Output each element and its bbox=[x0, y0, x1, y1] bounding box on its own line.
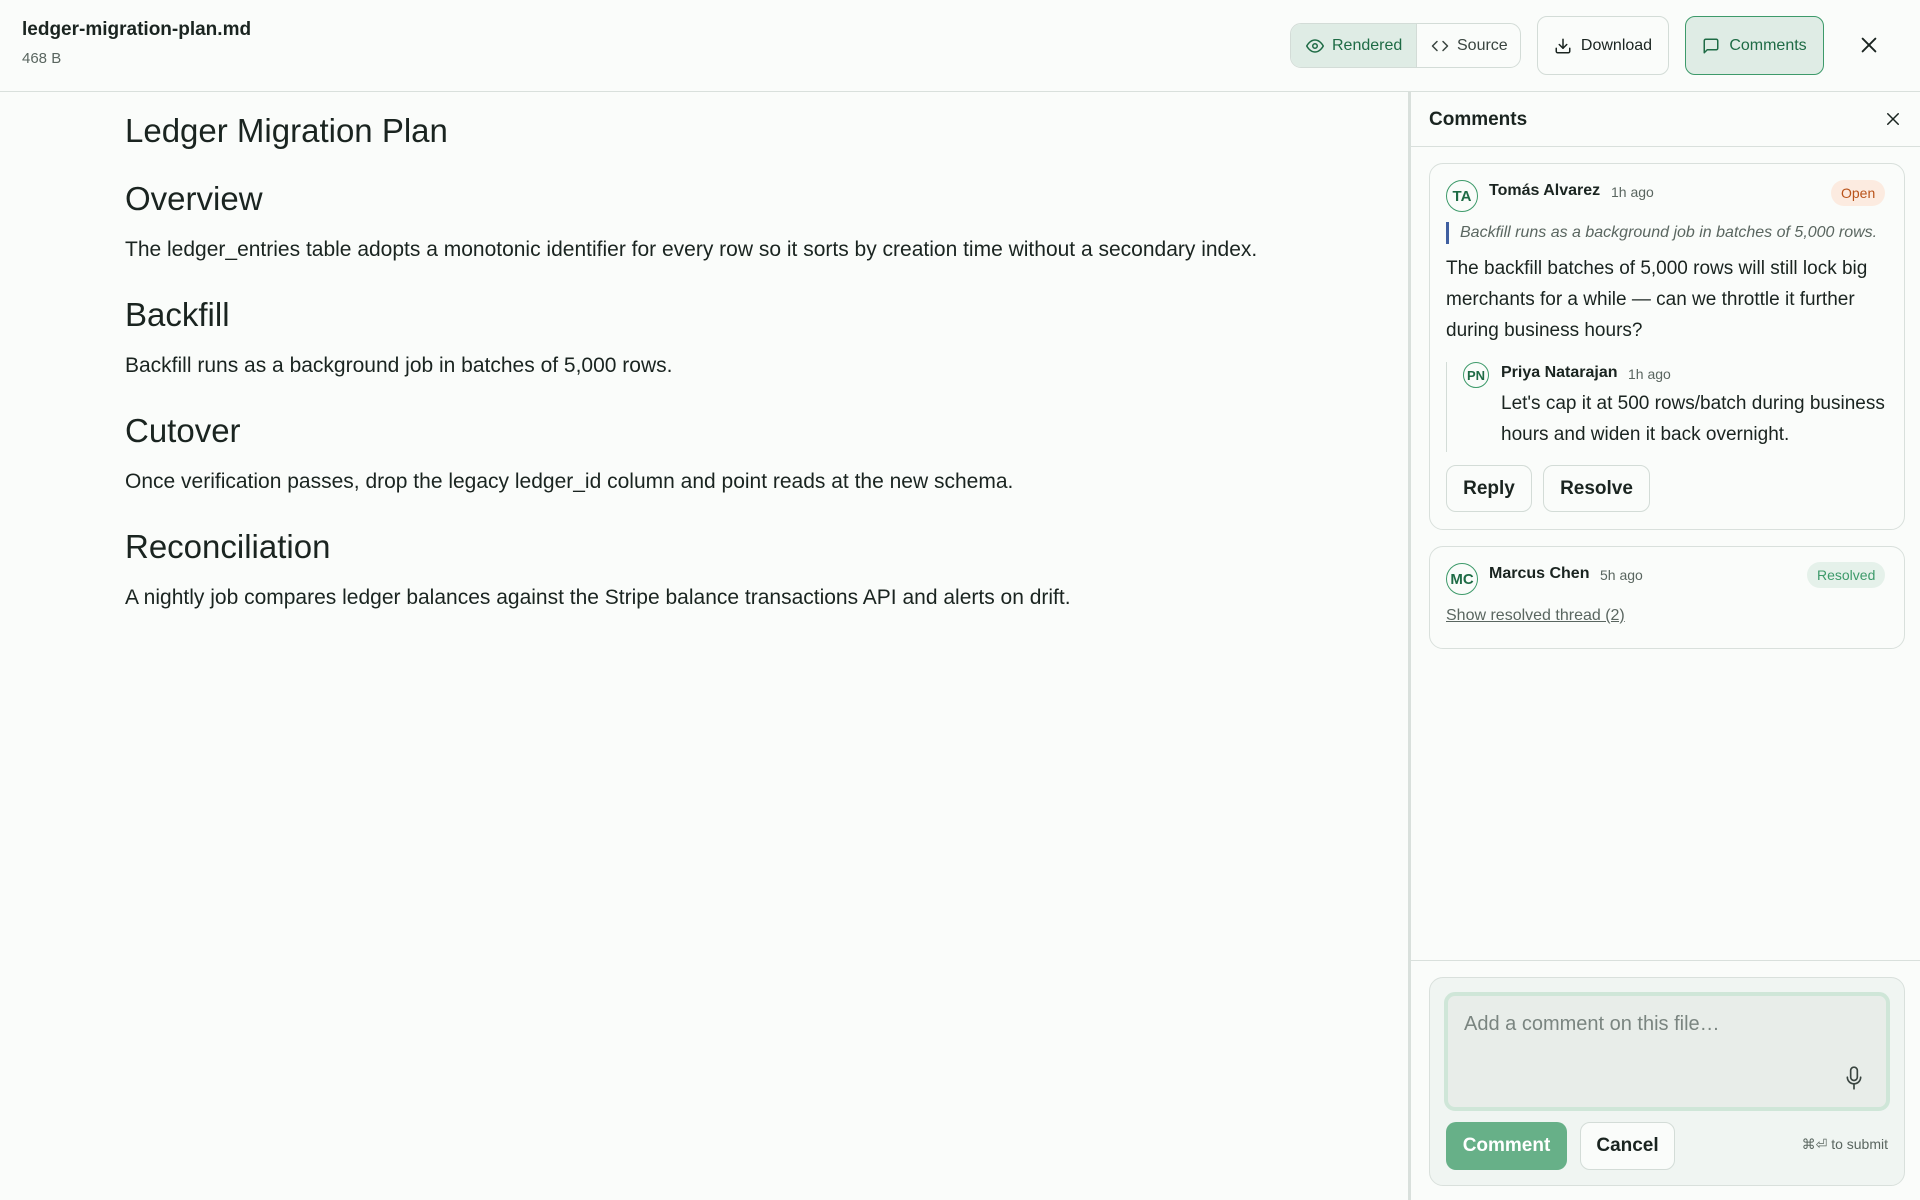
reply-button[interactable]: Reply bbox=[1446, 465, 1532, 512]
comments-panel-title: Comments bbox=[1429, 109, 1528, 130]
view-toggle: Rendered Source bbox=[1290, 23, 1521, 68]
file-name: ledger-migration-plan.md bbox=[22, 19, 252, 40]
resolve-button[interactable]: Resolve bbox=[1543, 465, 1650, 512]
rendered-view-label: Rendered bbox=[1332, 36, 1403, 54]
comments-toggle-button[interactable]: Comments bbox=[1685, 16, 1824, 75]
document-title: Ledger Migration Plan bbox=[125, 112, 448, 149]
comment-reply: PN Priya Natarajan 1h ago Let's cap it a… bbox=[1446, 362, 1891, 452]
close-icon bbox=[1887, 113, 1899, 125]
comment-icon bbox=[1703, 38, 1719, 53]
close-icon bbox=[1861, 37, 1877, 53]
section-text-cutover: Once verification passes, drop the legac… bbox=[125, 470, 1014, 493]
microphone-button[interactable] bbox=[1842, 1063, 1866, 1093]
comment-thread: TA Tomás Alvarez 1h ago Open Backfill ru… bbox=[1429, 163, 1905, 530]
comment-body: The backfill batches of 5,000 rows will … bbox=[1446, 258, 1868, 341]
rendered-document: Ledger Migration Plan Overview The ledge… bbox=[0, 92, 1408, 1200]
section-heading-reconciliation: Reconciliation bbox=[125, 528, 331, 565]
show-resolved-thread-link[interactable]: Show resolved thread (2) bbox=[1446, 607, 1625, 625]
download-label: Download bbox=[1580, 36, 1653, 54]
section-text-backfill: Backfill runs as a background job in bat… bbox=[125, 354, 673, 377]
rendered-view-button[interactable]: Rendered bbox=[1291, 24, 1417, 67]
comment-time: 5h ago bbox=[1600, 567, 1643, 583]
section-text-reconciliation: A nightly job compares ledger balances a… bbox=[125, 586, 1071, 609]
section-text-overview: The ledger_entries table adopts a monoto… bbox=[125, 238, 1258, 261]
status-badge: Open bbox=[1831, 180, 1886, 206]
avatar: TA bbox=[1446, 180, 1478, 212]
file-header: ledger-migration-plan.md 468 B Rendered … bbox=[0, 0, 1920, 92]
download-button[interactable]: Download bbox=[1537, 16, 1669, 75]
comments-toggle-label: Comments bbox=[1729, 36, 1807, 54]
avatar: PN bbox=[1463, 362, 1489, 388]
source-view-button[interactable]: Source bbox=[1417, 24, 1508, 67]
eye-icon bbox=[1306, 38, 1324, 53]
close-comments-button[interactable] bbox=[1881, 107, 1905, 131]
composer-divider bbox=[1411, 960, 1920, 961]
close-file-button[interactable] bbox=[1854, 30, 1884, 60]
comments-panel: Comments TA Tomás Alvarez 1h ago Open Ba… bbox=[1408, 92, 1920, 1200]
comment-time: 1h ago bbox=[1611, 184, 1654, 200]
cancel-comment-button[interactable]: Cancel bbox=[1580, 1122, 1675, 1170]
download-icon bbox=[1555, 38, 1571, 53]
comment-input-placeholder: Add a comment on this file… bbox=[1464, 1013, 1720, 1035]
microphone-icon bbox=[1846, 1066, 1862, 1090]
avatar: MC bbox=[1446, 563, 1478, 595]
comment-composer: Add a comment on this file… Comment Canc… bbox=[1429, 977, 1905, 1186]
reply-body: Let's cap it at 500 rows/batch during bu… bbox=[1501, 393, 1885, 445]
reply-time: 1h ago bbox=[1628, 366, 1671, 382]
reply-author: Priya Natarajan bbox=[1501, 364, 1618, 381]
file-size: 468 B bbox=[22, 50, 62, 67]
section-heading-backfill: Backfill bbox=[125, 296, 230, 333]
section-heading-overview: Overview bbox=[125, 180, 263, 217]
submit-comment-button[interactable]: Comment bbox=[1446, 1122, 1567, 1170]
submit-shortcut-hint: ⌘⏎ to submit bbox=[1801, 1136, 1888, 1152]
comment-author: Marcus Chen bbox=[1489, 565, 1590, 582]
comment-input[interactable]: Add a comment on this file… bbox=[1444, 992, 1890, 1111]
comment-thread: MC Marcus Chen 5h ago Resolved Show reso… bbox=[1429, 546, 1905, 649]
quoted-text: Backfill runs as a background job in bat… bbox=[1446, 222, 1877, 244]
comment-author: Tomás Alvarez bbox=[1489, 182, 1601, 199]
code-icon bbox=[1431, 40, 1449, 51]
section-heading-cutover: Cutover bbox=[125, 412, 241, 449]
status-badge: Resolved bbox=[1807, 562, 1886, 588]
source-view-label: Source bbox=[1457, 36, 1508, 54]
comments-panel-header: Comments bbox=[1411, 92, 1920, 147]
